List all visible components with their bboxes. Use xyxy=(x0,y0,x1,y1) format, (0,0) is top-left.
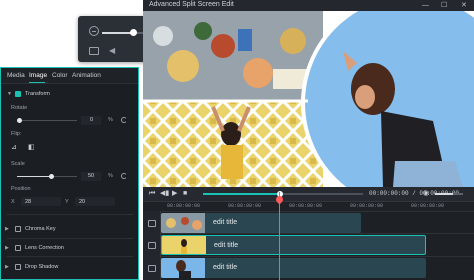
video-track-icon[interactable] xyxy=(148,220,156,227)
flip-horizontal-icon[interactable]: ⊿ xyxy=(11,143,17,151)
rotate-unit: % xyxy=(108,117,113,123)
clip-thumbnail xyxy=(162,236,206,254)
rotate-value: 0 xyxy=(90,117,94,123)
position-y-value: 20 xyxy=(79,199,86,205)
rotate-reset-icon[interactable] xyxy=(121,117,127,123)
flip-label: Flip: xyxy=(11,131,22,137)
volume-fill xyxy=(435,193,453,195)
seek-bar-fill xyxy=(203,193,281,195)
tab-color[interactable]: Color xyxy=(52,72,68,79)
lens-correction-checkbox[interactable] xyxy=(15,245,21,251)
step-frame-icon[interactable]: ◀▮ xyxy=(160,190,169,198)
step-back-icon[interactable]: ⏮ xyxy=(149,190,155,198)
minimize-button[interactable]: — xyxy=(422,1,429,10)
tab-media[interactable]: Media xyxy=(7,72,25,79)
food-picnic-image xyxy=(143,11,323,101)
ruler-tick: 00:00:00:00 xyxy=(167,203,201,209)
clip-thumbnail xyxy=(161,258,205,278)
lens-correction-label: Lens Correction xyxy=(25,245,64,251)
section-divider xyxy=(7,238,133,239)
clip-label: edit title xyxy=(213,264,238,271)
scale-slider-knob[interactable] xyxy=(49,174,54,179)
split-screen-window: Advanced Split Screen Edit — ☐ ✕ ⏮ ◀▮ ▶ … xyxy=(143,0,474,280)
flip-vertical-icon[interactable]: ◧ xyxy=(28,143,35,151)
scale-slider-fill xyxy=(17,176,51,177)
tab-image[interactable]: Image xyxy=(29,72,47,79)
expand-arrow-icon[interactable]: ▶ xyxy=(5,245,9,251)
video-track-icon[interactable] xyxy=(148,242,156,249)
play-icon[interactable]: ▶ xyxy=(172,190,177,198)
scale-reset-icon[interactable] xyxy=(121,173,127,179)
transform-checkbox[interactable] xyxy=(15,91,21,97)
clip-3[interactable]: edit title xyxy=(161,258,426,278)
ruler-tick: 00:00:00:00 xyxy=(350,203,384,209)
rotate-label: Rotate xyxy=(11,105,28,111)
transform-label: Transform xyxy=(25,91,50,97)
zoom-out-icon[interactable] xyxy=(89,26,99,36)
position-label: Position xyxy=(11,186,31,192)
track-3: edit title xyxy=(161,256,474,278)
section-divider xyxy=(7,214,133,215)
track-2: edit title xyxy=(161,233,474,255)
volume-icon[interactable]: ◉ xyxy=(423,190,429,198)
ruler-tick: 00:00:00:00 xyxy=(228,203,262,209)
scale-label: Scale xyxy=(11,161,25,167)
position-y-label: Y xyxy=(65,199,69,205)
scale-value: 50 xyxy=(88,173,95,179)
clip-label: edit title xyxy=(213,219,238,226)
preview-canvas xyxy=(143,11,474,187)
drop-shadow-label: Drop Shadow xyxy=(25,264,59,270)
playhead-line[interactable] xyxy=(279,192,280,280)
clip-thumbnail xyxy=(161,213,205,233)
collapse-arrow-icon[interactable]: ▼ xyxy=(7,91,12,97)
maximize-button[interactable]: ☐ xyxy=(441,1,447,10)
timeline-ruler[interactable]: 00:00:00:00 00:00:00:00 00:00:00:00 00:0… xyxy=(143,201,474,211)
track-gutter xyxy=(143,211,161,280)
window-title: Advanced Split Screen Edit xyxy=(149,1,234,8)
track-1: edit title xyxy=(161,211,474,233)
volume-slider-fill xyxy=(102,32,132,34)
fit-screen-icon[interactable] xyxy=(89,47,99,55)
rotate-slider-knob[interactable] xyxy=(17,118,22,123)
rotate-slider[interactable] xyxy=(17,120,77,121)
volume-slider-knob[interactable] xyxy=(130,29,137,36)
ruler-tick: 00:00:00:00 xyxy=(289,203,323,209)
close-button[interactable]: ✕ xyxy=(461,1,467,10)
position-x-label: X xyxy=(11,199,15,205)
section-divider xyxy=(7,256,133,257)
ruler-tick: 00:00:00:00 xyxy=(411,203,445,209)
woman-yellow-image xyxy=(143,102,323,187)
video-track-icon[interactable] xyxy=(148,265,156,272)
split-screen-preview[interactable] xyxy=(143,11,474,187)
expand-arrow-icon[interactable]: ▶ xyxy=(5,226,9,232)
clip-label: edit title xyxy=(214,242,239,249)
chroma-key-checkbox[interactable] xyxy=(15,226,21,232)
chroma-key-label: Chroma Key xyxy=(25,226,56,232)
tab-animation[interactable]: Animation xyxy=(72,72,101,79)
property-panel: Media Image Color Animation ▼ Transform … xyxy=(0,67,139,280)
stop-icon[interactable]: ■ xyxy=(183,190,187,198)
drop-shadow-checkbox[interactable] xyxy=(15,264,21,270)
active-tab-indicator xyxy=(29,82,45,83)
playback-bar: ⏮ ◀▮ ▶ ■ 00:00:00:00 / 00:00:00:00 ◉ xyxy=(143,187,474,201)
scale-unit: % xyxy=(108,173,113,179)
panel-tabs: Media Image Color Animation xyxy=(1,68,138,84)
expand-arrow-icon[interactable]: ▶ xyxy=(5,264,9,270)
speaker-icon[interactable]: ◀ xyxy=(109,47,118,55)
clip-2[interactable]: edit title xyxy=(161,235,426,255)
title-bar: Advanced Split Screen Edit — ☐ ✕ xyxy=(143,0,474,11)
position-x-value: 28 xyxy=(25,199,32,205)
clip-1[interactable]: edit title xyxy=(161,213,361,233)
